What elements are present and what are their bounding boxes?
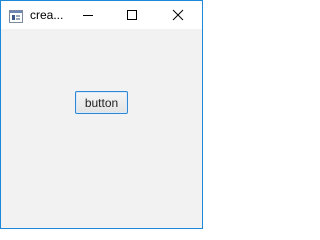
close-button[interactable] bbox=[156, 1, 200, 29]
java-app-icon bbox=[9, 8, 23, 23]
maximize-button[interactable] bbox=[110, 1, 154, 29]
minimize-icon bbox=[82, 9, 94, 21]
window-title: crea... bbox=[30, 8, 64, 22]
close-icon bbox=[172, 9, 184, 21]
app-window: crea... button bbox=[0, 0, 203, 229]
title-bar[interactable]: crea... bbox=[1, 1, 202, 29]
minimize-button[interactable] bbox=[66, 1, 110, 29]
main-button[interactable]: button bbox=[75, 91, 128, 114]
content-area bbox=[1, 29, 202, 228]
maximize-icon bbox=[126, 9, 138, 21]
